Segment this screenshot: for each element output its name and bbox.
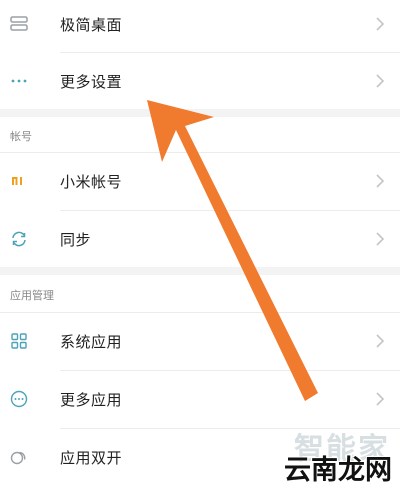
- settings-row-minimal-desktop[interactable]: 极简桌面: [0, 0, 400, 52]
- settings-row-label: 更多设置: [60, 72, 123, 91]
- settings-row-label: 同步: [60, 230, 92, 249]
- section-title-account: 帐号: [10, 130, 32, 143]
- settings-row-label: 更多应用: [60, 390, 123, 409]
- section-gap: [0, 109, 400, 117]
- more-circle-icon: [8, 388, 30, 410]
- settings-screen: 极简桌面 更多设置 帐号 小米帐号 同步 应用管理 系统应用 更多应用 应用双开…: [0, 0, 400, 488]
- section-gap: [0, 267, 400, 275]
- settings-row-mi-account[interactable]: 小米帐号: [0, 153, 400, 209]
- section-title-apps: 应用管理: [10, 289, 54, 302]
- settings-row-label: 极简桌面: [60, 15, 123, 34]
- chevron-right-icon: [376, 334, 385, 348]
- chevron-right-icon: [376, 392, 385, 406]
- dual-app-icon: [8, 446, 30, 468]
- settings-row-label: 小米帐号: [60, 172, 123, 191]
- watermark-bottom: 云南龙网: [284, 455, 392, 486]
- settings-row-sync[interactable]: 同步: [0, 211, 400, 267]
- settings-row-label: 应用双开: [60, 448, 123, 467]
- mi-logo-icon: [8, 170, 30, 192]
- chevron-right-icon: [376, 174, 385, 188]
- sync-icon: [8, 228, 30, 250]
- settings-row-more-apps[interactable]: 更多应用: [0, 371, 400, 427]
- chevron-right-icon: [376, 74, 385, 88]
- grid-icon: [8, 330, 30, 352]
- more-dots-icon: [8, 70, 30, 92]
- chevron-right-icon: [376, 17, 385, 31]
- settings-row-label: 系统应用: [60, 332, 123, 351]
- settings-row-more-settings[interactable]: 更多设置: [0, 53, 400, 109]
- minimal-desktop-icon: [8, 13, 30, 35]
- settings-row-system-apps[interactable]: 系统应用: [0, 313, 400, 369]
- chevron-right-icon: [376, 232, 385, 246]
